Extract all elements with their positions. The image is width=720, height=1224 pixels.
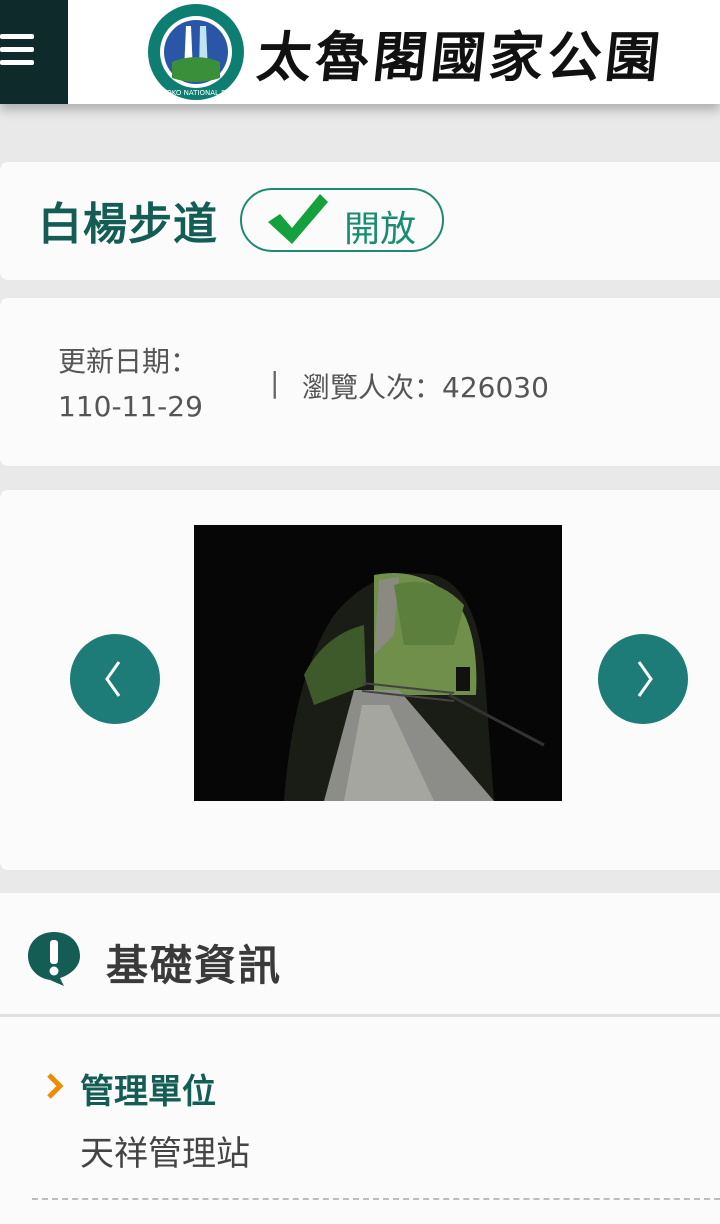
status-text: 開放 (344, 209, 417, 250)
previous-photo-button[interactable] (70, 634, 160, 724)
chevron-left-icon (105, 661, 121, 697)
view-count: 瀏覽人次：426030 (302, 371, 549, 404)
menu-icon-bar (0, 47, 34, 52)
meta-separator: | (270, 366, 280, 399)
checkmark-icon (268, 194, 328, 244)
chevron-right-icon (637, 661, 653, 697)
menu-icon-bar (0, 60, 34, 65)
dashed-divider (32, 1198, 720, 1200)
info-exclamation-icon (28, 932, 80, 986)
updated-label: 更新日期： (58, 345, 199, 378)
updated-date: 110-11-29 (58, 390, 203, 423)
park-emblem-logo[interactable]: TAROKO NATIONAL PARK (146, 2, 246, 102)
menu-icon (0, 34, 34, 39)
chevron-right-icon (47, 1073, 64, 1099)
park-name-logo[interactable]: 太魯閣國家公園 (253, 2, 720, 102)
menu-button[interactable] (0, 0, 68, 104)
management-unit-value: 天祥管理站 (80, 1134, 250, 1174)
trail-name: 白楊步道 (38, 199, 218, 250)
tunnel-photo-image (194, 525, 562, 801)
management-unit-label: 管理單位 (80, 1072, 216, 1112)
basic-info-heading: 基礎資訊 (106, 941, 283, 990)
section-divider (0, 1014, 720, 1017)
next-photo-button[interactable] (598, 634, 688, 724)
trail-photo[interactable] (194, 525, 562, 801)
status-badge: 開放 (240, 188, 444, 252)
svg-text:TAROKO NATIONAL PARK: TAROKO NATIONAL PARK (152, 89, 240, 97)
site-header: TAROKO NATIONAL PARK 太魯閣國家公園 (0, 0, 720, 104)
